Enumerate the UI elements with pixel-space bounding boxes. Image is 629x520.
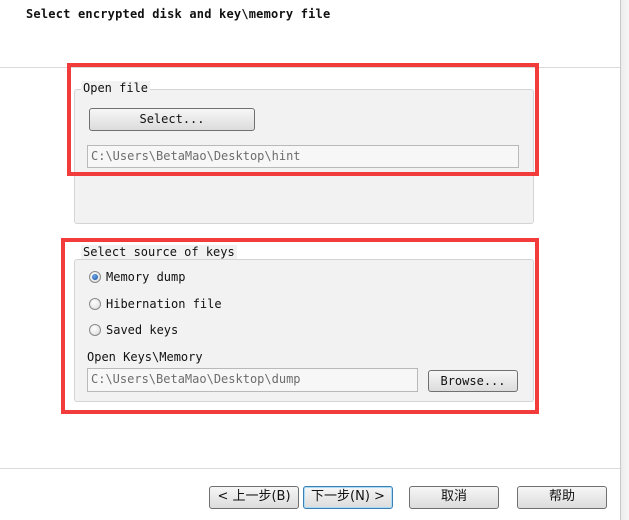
cancel-button[interactable]: 取消	[409, 486, 499, 509]
next-button[interactable]: 下一步(N) >	[303, 486, 393, 509]
page-title: Select encrypted disk and key\memory fil…	[26, 7, 331, 21]
highlight-box-keys-source	[61, 238, 539, 414]
window-edge	[620, 0, 629, 520]
footer-divider	[0, 468, 622, 469]
help-button[interactable]: 帮助	[517, 486, 607, 509]
back-button[interactable]: < 上一步(B)	[209, 486, 299, 509]
highlight-box-open-file	[67, 63, 539, 176]
